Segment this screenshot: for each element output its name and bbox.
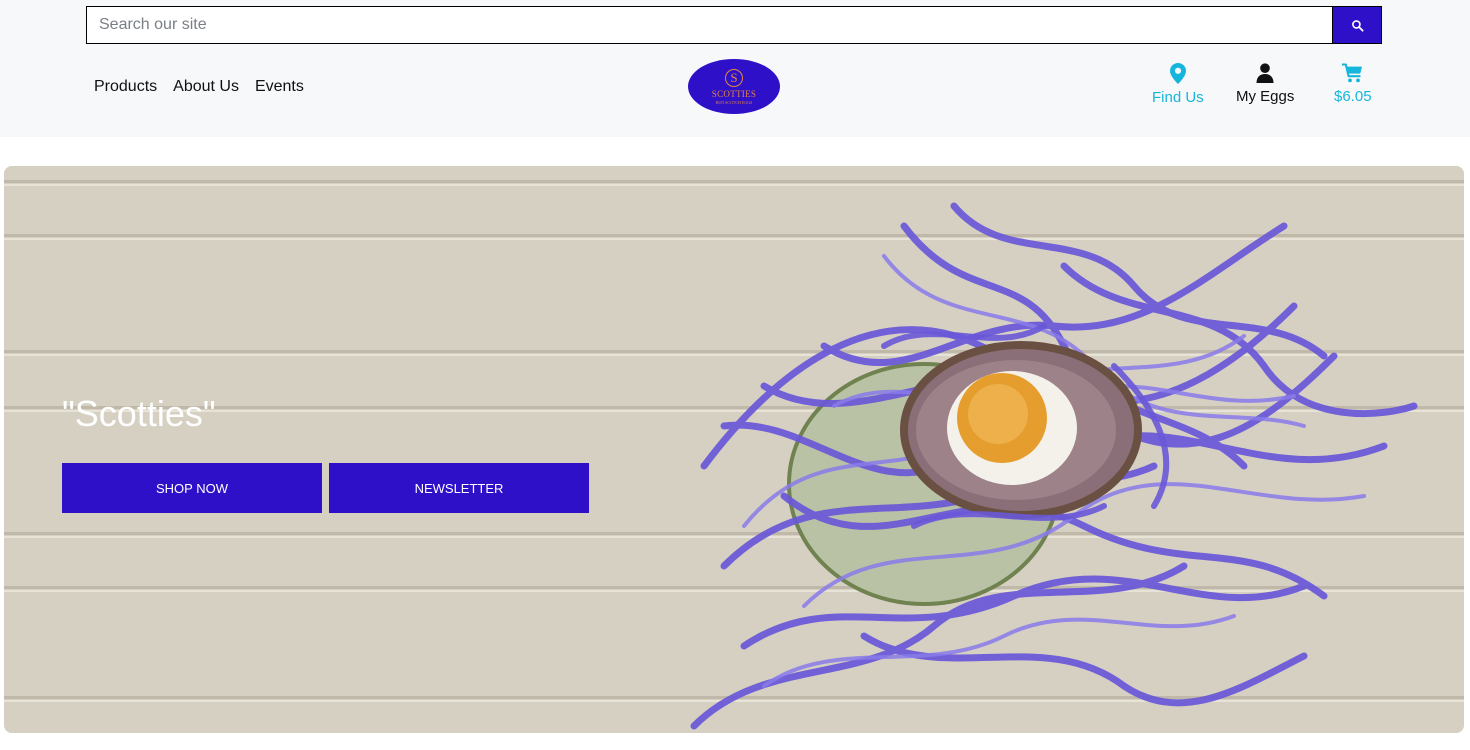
find-us-link[interactable]: Find Us — [1152, 63, 1204, 107]
shop-now-button[interactable]: Shop Now — [62, 463, 322, 513]
cart-total: $6.05 — [1334, 88, 1372, 105]
hero-title: "Scotties" — [62, 393, 216, 434]
my-eggs-link[interactable]: My Eggs — [1236, 63, 1294, 106]
hero-image — [4, 166, 1464, 733]
main-nav: Products About Us Events — [94, 77, 304, 97]
newsletter-button[interactable]: Newsletter — [329, 463, 589, 513]
hero-banner: "Scotties" Shop Now Newsletter — [4, 166, 1464, 733]
find-us-label: Find Us — [1152, 89, 1204, 106]
shopping-cart-icon — [1342, 63, 1363, 83]
nav-link-products[interactable]: Products — [94, 77, 157, 97]
cart-link[interactable]: $6.05 — [1334, 63, 1372, 106]
search-icon — [1351, 19, 1364, 32]
search-input[interactable] — [86, 6, 1333, 44]
nav-link-events[interactable]: Events — [255, 77, 304, 97]
nav-link-about-us[interactable]: About Us — [173, 77, 239, 97]
my-eggs-label: My Eggs — [1236, 88, 1295, 105]
site-logo[interactable]: S SCOTTIES RUN SCOTCH EGGS — [688, 59, 780, 114]
logo-monogram: S — [725, 68, 743, 87]
search-button[interactable] — [1332, 6, 1382, 44]
logo-name: SCOTTIES — [711, 88, 757, 99]
map-pin-icon — [1169, 63, 1186, 84]
search-bar — [86, 6, 1382, 44]
logo-tagline: RUN SCOTCH EGGS — [715, 99, 753, 105]
site-header: Products About Us Events S SCOTTIES RUN … — [0, 0, 1470, 137]
user-icon — [1256, 63, 1274, 83]
